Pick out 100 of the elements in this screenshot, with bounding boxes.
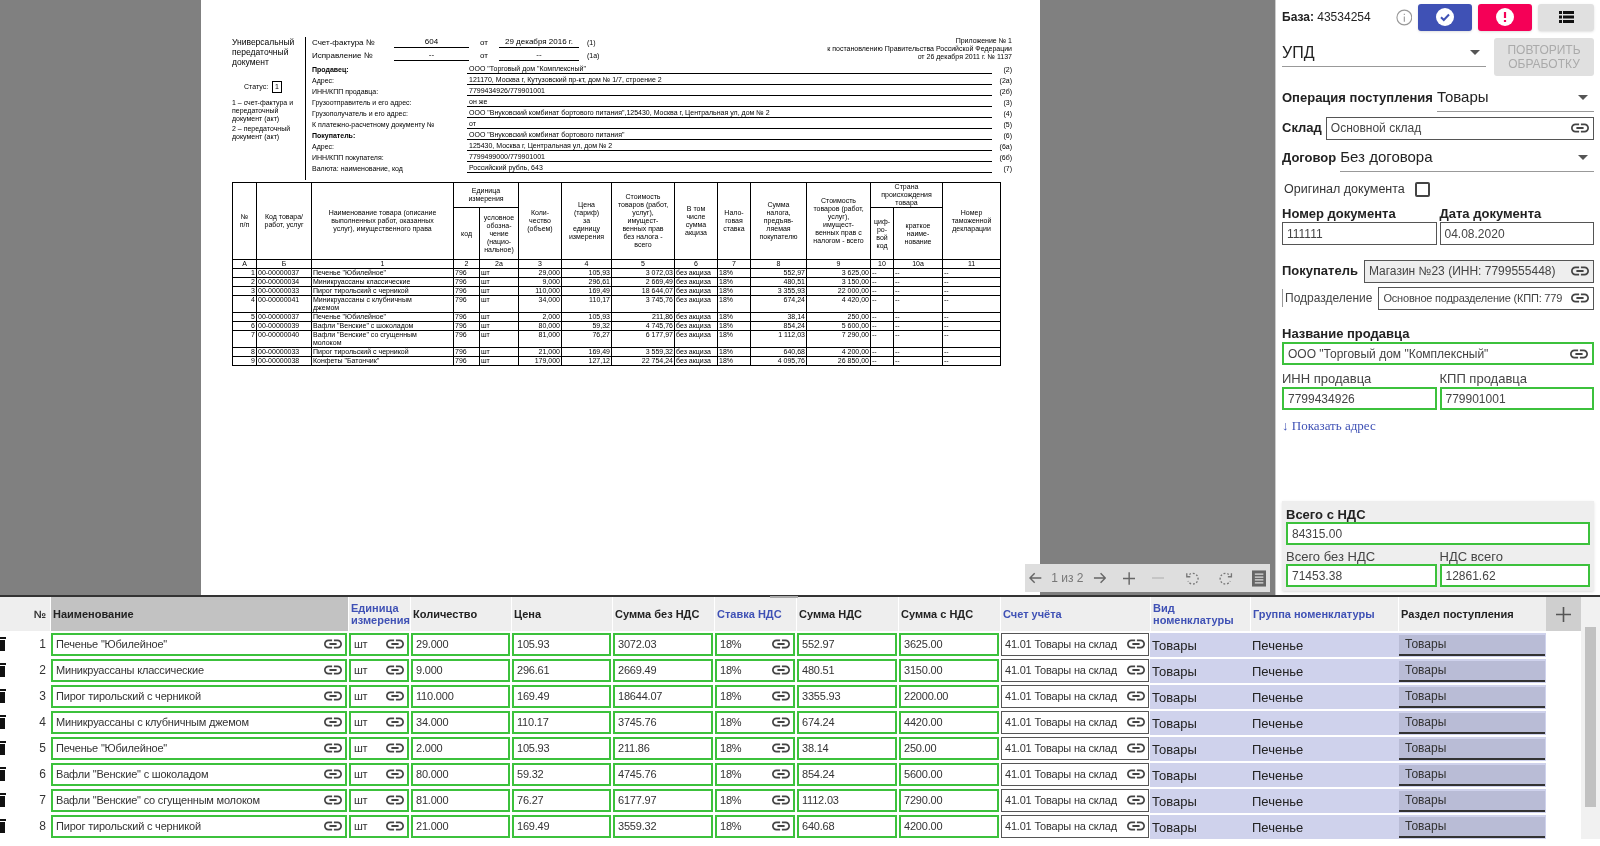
input-field[interactable]: 110.17 [512,710,611,734]
input-field[interactable]: 2669.49 [613,658,713,682]
show-address-link[interactable]: ↓ Показать адрес [1282,416,1376,436]
info-icon[interactable] [1395,8,1413,26]
trash-icon[interactable] [0,767,6,781]
reference-field[interactable]: 18% [715,710,795,734]
input-field[interactable]: 4745.76 [613,762,713,786]
reference-field[interactable]: шт [349,762,409,786]
reference-field[interactable]: Печенье "Юбилейное" [51,632,347,656]
scrollbar-thumb[interactable] [1585,627,1596,807]
reference-field[interactable]: 18% [715,658,795,682]
input-field[interactable]: 105.93 [512,736,611,760]
reference-field[interactable]: 18% [715,736,795,760]
select-field[interactable]: Без договора [1340,144,1594,172]
input-field[interactable]: 21.000 [411,814,510,838]
trash-icon[interactable] [0,741,6,755]
reference-field[interactable]: Миникруассаны классические [51,658,347,682]
column-header[interactable]: Ставка НДС [714,597,796,631]
column-header[interactable]: Единица измерения [348,597,410,631]
list-button[interactable] [1538,3,1594,31]
column-header[interactable]: Цена [511,597,612,631]
input-field[interactable]: 71453.38 [1286,564,1437,587]
input-field[interactable]: 169.49 [512,684,611,708]
input-field[interactable]: 34.000 [411,710,510,734]
input-field[interactable]: 1112.03 [797,788,897,812]
rotate-left-icon[interactable] [1185,570,1200,586]
reference-field[interactable]: 41.01 Товары на склад [1001,658,1149,682]
input-field[interactable]: 640.68 [797,814,897,838]
input-field[interactable]: 3150.00 [899,658,999,682]
input-field[interactable]: 4420.00 [899,710,999,734]
confirm-button[interactable] [1418,3,1473,31]
reference-field[interactable]: 41.01 Товары на склад [1001,632,1149,656]
input-field[interactable]: 674.24 [797,710,897,734]
input-field[interactable]: 211.86 [613,736,713,760]
input-field[interactable]: 169.49 [512,814,611,838]
trash-icon[interactable] [0,663,6,677]
reference-field[interactable]: 41.01 Товары на склад [1001,814,1149,838]
caret-icon[interactable] [1578,155,1588,160]
input-field[interactable]: 3072.03 [613,632,713,656]
input-field[interactable]: 480.51 [797,658,897,682]
reference-field[interactable]: шт [349,814,409,838]
column-header[interactable]: Сумма без НДС [612,597,714,631]
checkbox[interactable] [1414,181,1430,197]
input-field[interactable]: 80.000 [411,762,510,786]
input-field[interactable]: 105.93 [512,632,611,656]
input-field[interactable]: 3745.76 [613,710,713,734]
trash-icon[interactable] [0,715,6,729]
column-header[interactable]: Сумма с НДС [898,597,1000,631]
reference-field[interactable]: шт [349,684,409,708]
input-field[interactable]: 84315.00 [1286,522,1590,545]
reference-field[interactable]: Магазин №23 (ИНН: 7799555448) [1363,259,1594,283]
select-field[interactable]: Товары [1399,634,1545,656]
trash-icon[interactable] [0,637,6,651]
column-header[interactable]: Количество [410,597,511,631]
rotate-right-icon[interactable] [1218,570,1233,586]
input-field[interactable]: 12861.62 [1439,564,1590,587]
input-field[interactable]: 552.97 [797,632,897,656]
resize-handle[interactable] [770,596,798,598]
input-field[interactable]: 110.000 [411,684,510,708]
reference-field[interactable]: ООО "Торговый дом "Комплексный" [1282,342,1594,365]
input-field[interactable]: 6177.97 [613,788,713,812]
input-field[interactable]: 22000.00 [899,684,999,708]
menu-icon[interactable] [1251,569,1266,587]
select-field[interactable]: Товары [1436,84,1594,112]
input-field[interactable]: 779901001 [1439,387,1594,410]
reference-field[interactable]: Основной склад [1325,116,1594,140]
reference-field[interactable]: 41.01 Товары на склад [1001,788,1149,812]
input-field[interactable]: 7799434926 [1282,387,1437,410]
column-header[interactable]: Вид номенклатуры [1150,597,1250,631]
input-field[interactable]: 76.27 [512,788,611,812]
input-field[interactable]: 81.000 [411,788,510,812]
reference-field[interactable]: 41.01 Товары на склад [1001,710,1149,734]
input-field[interactable]: 296.61 [512,658,611,682]
select-field[interactable]: Товары [1399,660,1545,682]
reference-field[interactable]: Пирог тирольский с черникой [51,814,347,838]
reference-field[interactable]: 18% [715,762,795,786]
reference-field[interactable]: 18% [715,788,795,812]
input-field[interactable]: 4200.00 [899,814,999,838]
trash-icon[interactable] [0,819,6,833]
select-field[interactable]: Товары [1399,686,1545,708]
select-field[interactable]: Товары [1399,790,1545,812]
error-button[interactable] [1478,3,1533,31]
reference-field[interactable]: 41.01 Товары на склад [1001,762,1149,786]
input-field[interactable]: 5600.00 [899,762,999,786]
column-header[interactable]: Сумма НДС [796,597,898,631]
select-field[interactable]: УПД [1282,39,1486,67]
input-field[interactable]: 250.00 [899,736,999,760]
reference-field[interactable]: Вафли "Венские" с шоколадом [51,762,347,786]
reference-field[interactable]: 18% [715,814,795,838]
select-field[interactable]: Товары [1399,738,1545,760]
add-column-button[interactable] [1546,597,1581,631]
input-field[interactable]: 29.000 [411,632,510,656]
reference-field[interactable]: 41.01 Товары на склад [1001,736,1149,760]
arrow-left-icon[interactable] [1029,572,1043,584]
input-field[interactable]: 38.14 [797,736,897,760]
reference-field[interactable]: Пирог тирольский с черникой [51,684,347,708]
input-field[interactable]: 04.08.2020 [1439,222,1594,245]
zoom-in-icon[interactable] [1122,571,1136,585]
column-header[interactable]: Счет учёта [1000,597,1150,631]
column-header[interactable]: Наименование [50,597,348,631]
